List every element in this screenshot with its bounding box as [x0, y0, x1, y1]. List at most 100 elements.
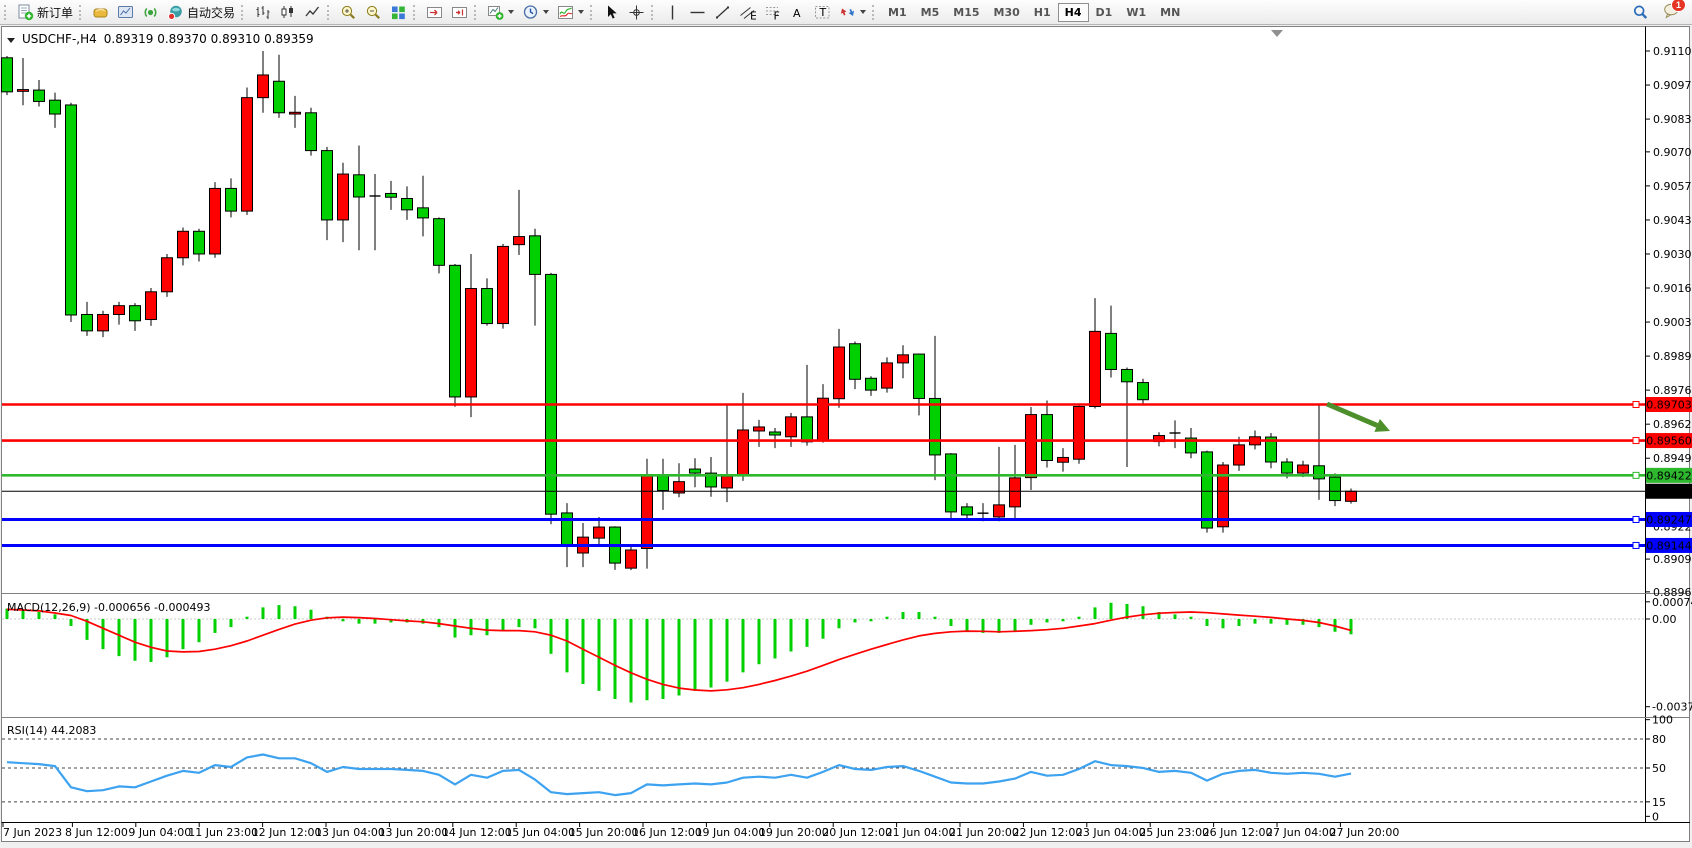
- arrows-button[interactable]: [835, 2, 870, 23]
- metaeditor-button[interactable]: [113, 2, 138, 23]
- indicators-button[interactable]: [553, 2, 588, 23]
- chart-window: 0.911050.909700.908350.907050.905700.904…: [0, 25, 1692, 844]
- signal-icon: [142, 4, 159, 21]
- notification-badge: 1: [1671, 0, 1686, 12]
- svg-text:13 Jun 04:00: 13 Jun 04:00: [315, 826, 385, 839]
- time-axis[interactable]: 7 Jun 20238 Jun 12:009 Jun 04:0011 Jun 2…: [3, 823, 1399, 839]
- crosshair-icon: [628, 4, 645, 21]
- svg-text:26 Jun 12:00: 26 Jun 12:00: [1203, 826, 1273, 839]
- bars-icon: [254, 4, 271, 21]
- trendline-button[interactable]: [710, 2, 735, 23]
- toolbar-separator: [590, 5, 596, 20]
- svg-text:19 Jun 04:00: 19 Jun 04:00: [695, 826, 765, 839]
- candle-chart-button[interactable]: [275, 2, 300, 23]
- svg-text:-0.003781: -0.003781: [1652, 701, 1692, 714]
- tile-icon: [390, 4, 407, 21]
- chevron-down-icon: [578, 10, 584, 14]
- svg-text:0.90435: 0.90435: [1653, 214, 1692, 227]
- fibonacci-button[interactable]: F: [760, 2, 785, 23]
- new-order-icon: [17, 4, 34, 21]
- svg-text:0.00: 0.00: [1652, 613, 1677, 626]
- svg-text:0.89247: 0.89247: [1646, 513, 1692, 526]
- svg-text:A: A: [793, 7, 801, 20]
- svg-text:100: 100: [1652, 714, 1673, 727]
- notifications-button[interactable]: 1: [1659, 2, 1684, 23]
- crosshair-button[interactable]: [624, 2, 649, 23]
- timeframe-mn-button[interactable]: MN: [1153, 3, 1187, 22]
- tile-windows-button[interactable]: [386, 2, 411, 23]
- autoscroll-icon: [426, 4, 443, 21]
- zoom-in-icon: [340, 4, 357, 21]
- cursor-icon: [603, 4, 620, 21]
- timeframe-h4-button[interactable]: H4: [1058, 3, 1089, 22]
- chevron-down-icon: [860, 10, 866, 14]
- gold-icon: [92, 4, 109, 21]
- autotrade-button[interactable]: 自动交易: [163, 2, 239, 23]
- svg-text:0.000741: 0.000741: [1652, 596, 1692, 609]
- timeframe-d1-button[interactable]: D1: [1089, 3, 1120, 22]
- chart-shift-button[interactable]: [447, 2, 472, 23]
- svg-text:0.89560: 0.89560: [1646, 435, 1692, 448]
- toolbar-separator: [651, 5, 657, 20]
- timeframe-m5-button[interactable]: M5: [914, 3, 947, 22]
- chevron-down-icon: [543, 10, 549, 14]
- svg-text:0.90970: 0.90970: [1653, 79, 1692, 92]
- textlabel-icon: T: [814, 4, 831, 21]
- auto-scroll-button[interactable]: [422, 2, 447, 23]
- toolbar-separator: [413, 5, 419, 20]
- chart-canvas[interactable]: 0.911050.909700.908350.907050.905700.904…: [0, 25, 1692, 844]
- svg-text:0.89090: 0.89090: [1653, 553, 1692, 566]
- svg-text:19 Jun 20:00: 19 Jun 20:00: [759, 826, 829, 839]
- timeframe-m1-button[interactable]: M1: [881, 3, 914, 22]
- svg-text:F: F: [774, 9, 780, 21]
- zoom-in-button[interactable]: [336, 2, 361, 23]
- profiles-icon: [522, 4, 539, 21]
- profiles-button[interactable]: [518, 2, 553, 23]
- vline-icon: [664, 4, 681, 21]
- candles-icon: [279, 4, 296, 21]
- horizontal-line-button[interactable]: [685, 2, 710, 23]
- bar-chart-button[interactable]: [250, 2, 275, 23]
- new-order-button[interactable]: 新订单: [13, 2, 77, 23]
- timeframe-m15-button[interactable]: M15: [946, 3, 986, 22]
- svg-text:50: 50: [1652, 762, 1666, 775]
- svg-text:0.90705: 0.90705: [1653, 146, 1692, 159]
- svg-text:25 Jun 23:00: 25 Jun 23:00: [1139, 826, 1209, 839]
- hline-icon: [689, 4, 706, 21]
- shift-icon: [451, 4, 468, 21]
- cursor-button[interactable]: [599, 2, 624, 23]
- timeframe-m30-button[interactable]: M30: [987, 3, 1027, 22]
- svg-text:27 Jun 04:00: 27 Jun 04:00: [1266, 826, 1336, 839]
- svg-text:0.90030: 0.90030: [1653, 316, 1692, 329]
- search-icon: [1632, 4, 1649, 21]
- svg-text:8 Jun 12:00: 8 Jun 12:00: [65, 826, 128, 839]
- svg-text:13 Jun 20:00: 13 Jun 20:00: [378, 826, 448, 839]
- svg-text:12 Jun 12:00: 12 Jun 12:00: [252, 826, 322, 839]
- trendline-icon: [714, 4, 731, 21]
- svg-text:0.90300: 0.90300: [1653, 248, 1692, 261]
- timeframe-w1-button[interactable]: W1: [1119, 3, 1153, 22]
- svg-text:T: T: [819, 6, 827, 19]
- new-chart-button[interactable]: [483, 2, 518, 23]
- search-button[interactable]: [1628, 2, 1653, 23]
- svg-text:0.89895: 0.89895: [1653, 350, 1692, 363]
- text-button[interactable]: A: [785, 2, 810, 23]
- timeframe-h1-button[interactable]: H1: [1027, 3, 1058, 22]
- line-chart-button[interactable]: [300, 2, 325, 23]
- text-icon: A: [789, 4, 806, 21]
- svg-text:15 Jun 20:00: 15 Jun 20:00: [569, 826, 639, 839]
- zoom-out-button[interactable]: [361, 2, 386, 23]
- svg-text:0: 0: [1652, 810, 1659, 823]
- toolbar-right: 1: [1628, 2, 1684, 23]
- vertical-line-button[interactable]: [660, 2, 685, 23]
- channel-icon: E: [739, 4, 756, 21]
- svg-text:14 Jun 12:00: 14 Jun 12:00: [442, 826, 512, 839]
- signals-button[interactable]: [138, 2, 163, 23]
- svg-text:9 Jun 04:00: 9 Jun 04:00: [128, 826, 191, 839]
- new-chart-icon: [487, 4, 504, 21]
- history-center-button[interactable]: [88, 2, 113, 23]
- toolbar-separator: [79, 5, 85, 20]
- svg-text:0.90835: 0.90835: [1653, 113, 1692, 126]
- channel-button[interactable]: E: [735, 2, 760, 23]
- text-label-button[interactable]: T: [810, 2, 835, 23]
